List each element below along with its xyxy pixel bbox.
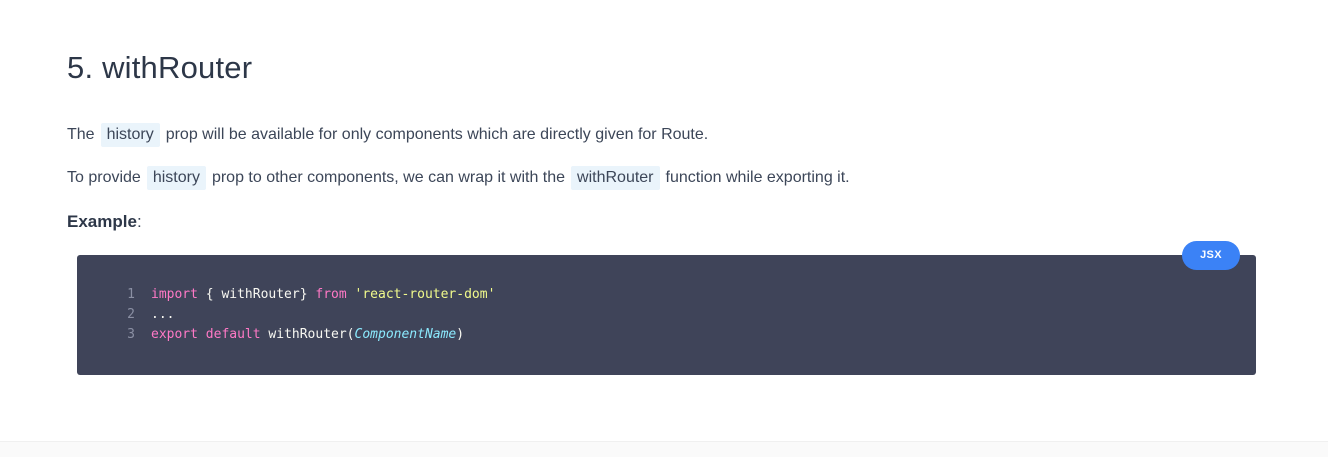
line-number: 1 [127,287,135,302]
example-label: Example: [67,210,142,234]
language-badge: JSX [1182,241,1240,270]
code-token-keyword: default [205,327,261,342]
code-line: 2... [77,305,1256,325]
code-token-plain: ) [456,327,465,342]
footer-divider [0,441,1328,457]
code-line: 3 export default withRouter(ComponentName… [77,325,1256,345]
article-page: 5. withRouter The history prop will be ava… [0,0,1328,457]
code-block[interactable]: 1 import { withRouter} from 'react-router… [77,255,1256,375]
code-token-keyword: from [315,287,347,302]
line-number: 2 [127,307,135,322]
line-number: 3 [127,327,135,342]
code-token-string: 'react-router-dom' [354,287,496,302]
paragraph-text: prop to other components, we can wrap it… [211,169,566,186]
code-token-plain: ... [151,307,175,322]
code-token-plain: { withRouter} [197,287,316,302]
code-line: 1 import { withRouter} from 'react-router… [77,285,1256,305]
section-heading: 5. withRouter [67,50,253,85]
paragraph-text: To provide [67,169,141,186]
code-token-keyword: export [151,327,198,342]
code-token-plain: withRouter( [260,327,355,342]
example-label-bold: Example [67,212,137,231]
inline-code-withrouter: withRouter [571,166,660,190]
example-colon: : [136,212,142,231]
code-token-keyword: import [151,287,198,302]
inline-code-history: history [146,166,206,190]
paragraph-text: function while exporting it. [665,169,850,186]
paragraph-text: The [67,126,95,143]
inline-code-history: history [100,123,160,147]
paragraph-wrap-withrouter: To provide history prop to other component… [67,166,850,190]
paragraph-text: prop will be available for only componen… [165,126,709,143]
code-token-italic: ComponentName [354,327,457,342]
paragraph-history-availability: The history prop will be available for onl… [67,123,708,147]
